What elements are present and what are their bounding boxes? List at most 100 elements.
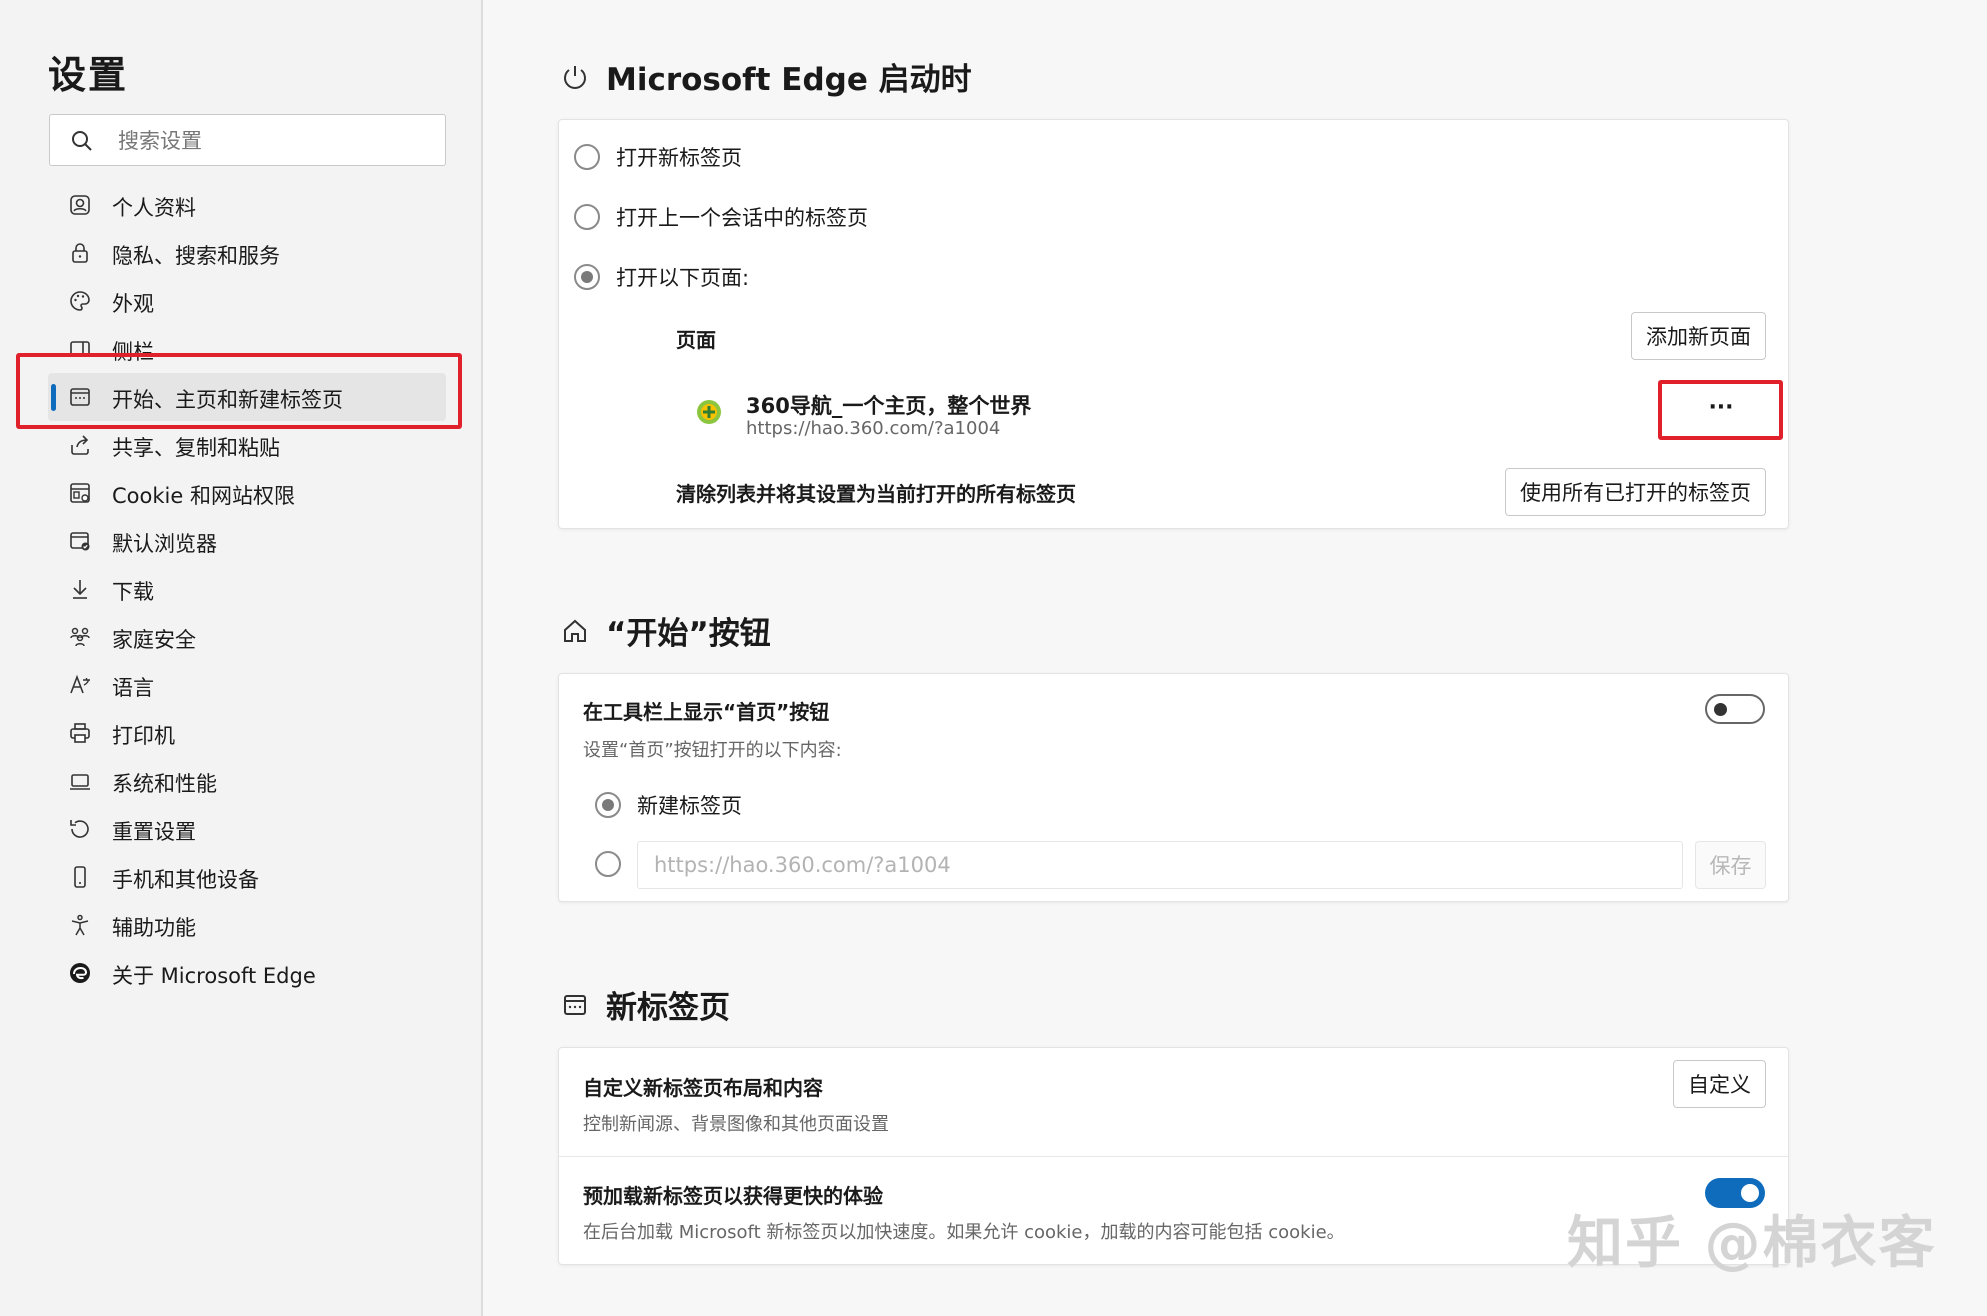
home-icon: [560, 616, 590, 646]
startup-card: 打开新标签页 打开上一个会话中的标签页 打开以下页面: 页面 添加新页面 360…: [558, 119, 1789, 529]
sidebar-item-privacy[interactable]: 隐私、搜索和服务: [48, 229, 446, 277]
section-title-text: “开始”按钮: [606, 616, 771, 652]
sidebar-item-start-home-newtab[interactable]: 开始、主页和新建标签页: [48, 373, 446, 421]
lock-icon: [68, 241, 92, 265]
section-title-text: Microsoft Edge 启动时: [606, 62, 972, 98]
home-page-icon: [68, 385, 92, 409]
clear-list-label: 清除列表并将其设置为当前打开的所有标签页: [676, 482, 1076, 506]
share-icon: [68, 433, 92, 457]
sidebar-item-label: 手机和其他设备: [112, 868, 259, 892]
sidebar-item-sidebar[interactable]: 侧栏: [48, 325, 446, 373]
sidebar-item-accessibility[interactable]: 辅助功能: [48, 901, 446, 949]
section-title-startup: Microsoft Edge 启动时: [560, 54, 972, 99]
home-option-url[interactable]: [595, 851, 637, 877]
sidebar-item-label: 下载: [112, 580, 154, 604]
sidebar-item-default-browser[interactable]: 默认浏览器: [48, 517, 446, 565]
sidebar-item-appearance[interactable]: 外观: [48, 277, 446, 325]
radio-button[interactable]: [574, 144, 600, 170]
sidebar-item-cookies[interactable]: Cookie 和网站权限: [48, 469, 446, 517]
option-label: 打开新标签页: [616, 146, 742, 170]
preload-new-tab-label: 预加载新标签页以获得更快的体验: [583, 1184, 883, 1208]
home-option-new-tab[interactable]: 新建标签页: [595, 790, 742, 820]
sidebar-item-label: 个人资料: [112, 196, 196, 220]
sidebar-item-label: 共享、复制和粘贴: [112, 436, 280, 460]
sidebar-item-label: 打印机: [112, 724, 175, 748]
sidebar-item-label: 语言: [112, 676, 154, 700]
printer-icon: [68, 721, 92, 745]
sidebar-item-label: 默认浏览器: [112, 532, 217, 556]
search-box[interactable]: [49, 114, 446, 166]
sidebar-item-label: 重置设置: [112, 820, 196, 844]
sidebar-item-family[interactable]: 家庭安全: [48, 613, 446, 661]
settings-sidebar: 设置 个人资料 隐私、搜索和服务 外观 侧栏 开始、主页和新建标签页: [0, 0, 483, 1316]
radio-button-selected[interactable]: [574, 264, 600, 290]
card-divider: [559, 1156, 1788, 1157]
search-input[interactable]: [116, 123, 430, 159]
page-entry-title: 360导航_一个主页，整个世界: [746, 394, 1032, 418]
sidebar-item-label: 系统和性能: [112, 772, 217, 796]
site-favicon-icon: [695, 398, 723, 426]
sidebar-item-phone[interactable]: 手机和其他设备: [48, 853, 446, 901]
site-permissions-icon: [68, 481, 92, 505]
home-button-card: 在工具栏上显示“首页”按钮 设置“首页”按钮打开的以下内容: 新建标签页 保存: [558, 673, 1789, 902]
sidebar-item-share[interactable]: 共享、复制和粘贴: [48, 421, 446, 469]
startup-option-new-tab[interactable]: 打开新标签页: [574, 142, 742, 172]
edge-logo-icon: [68, 961, 92, 985]
use-open-tabs-button[interactable]: 使用所有已打开的标签页: [1505, 468, 1766, 516]
sidebar-item-reset[interactable]: 重置设置: [48, 805, 446, 853]
sidebar-item-label: 辅助功能: [112, 916, 196, 940]
option-label: 新建标签页: [637, 794, 742, 818]
accessibility-icon: [68, 913, 92, 937]
new-tab-page-icon: [560, 990, 590, 1020]
sidebar-item-printers[interactable]: 打印机: [48, 709, 446, 757]
sidebar-item-label: 隐私、搜索和服务: [112, 244, 280, 268]
option-label: 打开以下页面:: [616, 266, 750, 290]
radio-button[interactable]: [595, 851, 621, 877]
customize-button[interactable]: 自定义: [1673, 1060, 1766, 1108]
startup-option-specific-pages[interactable]: 打开以下页面:: [574, 262, 749, 292]
customize-new-tab-sub: 控制新闻源、背景图像和其他页面设置: [583, 1114, 889, 1135]
section-title-new-tab: 新标签页: [560, 982, 730, 1027]
show-home-button-label: 在工具栏上显示“首页”按钮: [583, 700, 830, 724]
watermark: 知乎 @棉衣客: [1567, 1211, 1937, 1276]
sidebar-item-label: 外观: [112, 292, 154, 316]
add-new-page-button[interactable]: 添加新页面: [1631, 312, 1766, 360]
download-icon: [68, 577, 92, 601]
sidebar-item-label: 家庭安全: [112, 628, 196, 652]
home-button-sub-label: 设置“首页”按钮打开的以下内容:: [583, 740, 842, 761]
sidebar-title: 设置: [48, 53, 129, 97]
sidebar-item-downloads[interactable]: 下载: [48, 565, 446, 613]
sidebar-icon: [68, 337, 92, 361]
language-icon: [68, 673, 92, 697]
option-label: 打开上一个会话中的标签页: [616, 206, 868, 230]
customize-new-tab-label: 自定义新标签页布局和内容: [583, 1076, 823, 1100]
settings-nav: 个人资料 隐私、搜索和服务 外观 侧栏 开始、主页和新建标签页 共享、复制和粘贴…: [48, 181, 446, 997]
sidebar-item-label: 关于 Microsoft Edge: [112, 964, 316, 988]
profile-icon: [68, 193, 92, 217]
sidebar-item-about[interactable]: 关于 Microsoft Edge: [48, 949, 446, 997]
sidebar-item-label: 侧栏: [112, 340, 154, 364]
palette-icon: [68, 289, 92, 313]
laptop-icon: [68, 769, 92, 793]
page-entry-url: https://hao.360.com/?a1004: [746, 418, 1001, 439]
preload-new-tab-sub: 在后台加载 Microsoft 新标签页以加快速度。如果允许 cookie，加载…: [583, 1222, 1345, 1243]
pages-label: 页面: [676, 328, 716, 352]
more-actions-button[interactable]: ···: [1684, 390, 1758, 430]
power-icon: [560, 62, 590, 92]
startup-option-previous-session[interactable]: 打开上一个会话中的标签页: [574, 202, 868, 232]
sidebar-item-label: 开始、主页和新建标签页: [112, 388, 343, 412]
section-title-text: 新标签页: [606, 990, 730, 1026]
sidebar-item-system[interactable]: 系统和性能: [48, 757, 446, 805]
section-title-home-button: “开始”按钮: [560, 608, 771, 653]
reset-icon: [68, 817, 92, 841]
sidebar-item-label: Cookie 和网站权限: [112, 484, 295, 508]
save-button[interactable]: 保存: [1695, 841, 1766, 889]
radio-button-selected[interactable]: [595, 792, 621, 818]
home-url-input[interactable]: [637, 841, 1683, 889]
sidebar-item-profile[interactable]: 个人资料: [48, 181, 446, 229]
phone-icon: [68, 865, 92, 889]
show-home-button-toggle[interactable]: [1705, 694, 1765, 724]
default-browser-icon: [68, 529, 92, 553]
sidebar-item-language[interactable]: 语言: [48, 661, 446, 709]
radio-button[interactable]: [574, 204, 600, 230]
